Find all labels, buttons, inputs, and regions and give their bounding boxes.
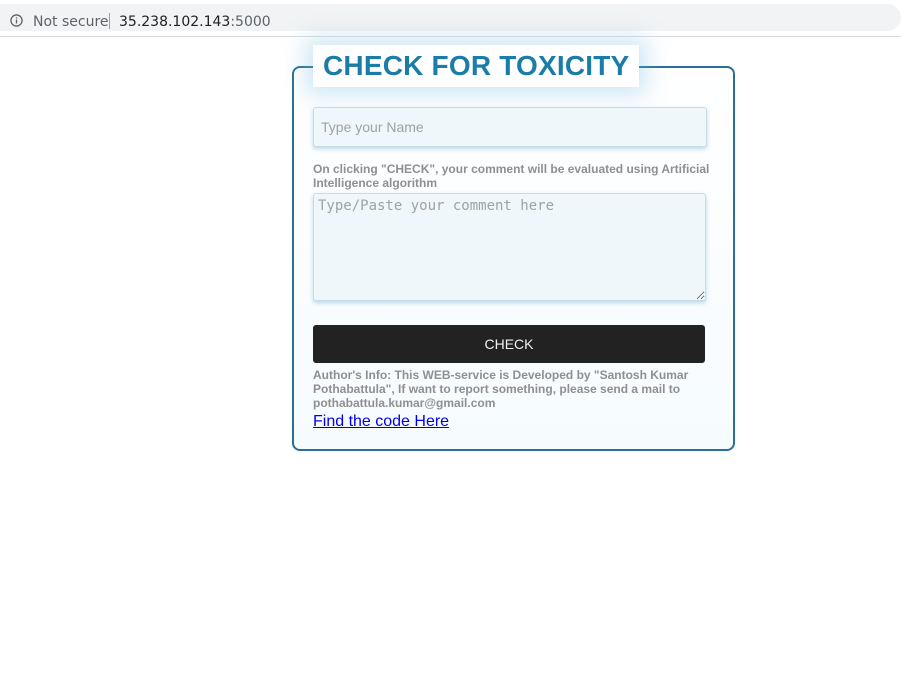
evaluation-hint: On clicking "CHECK", your comment will b… [313,162,710,190]
find-code-link[interactable]: Find the code Here [313,412,449,431]
browser-address-bar: Not secure 35.238.102.143:5000 [0,0,901,37]
omnibox[interactable]: Not secure 35.238.102.143:5000 [0,4,901,31]
comment-textarea[interactable] [313,193,706,301]
url-divider [109,13,110,29]
url-text[interactable]: 35.238.102.143:5000 [119,14,271,30]
url-port: :5000 [230,14,271,30]
url-host: 35.238.102.143 [119,14,231,30]
security-status-label[interactable]: Not secure [33,14,109,30]
name-input[interactable] [313,107,707,147]
check-button[interactable]: CHECK [313,325,705,363]
info-icon[interactable] [10,14,23,27]
form-title-wrap: CHECK FOR TOXICITY [313,45,640,87]
form-title: CHECK FOR TOXICITY [323,50,630,81]
author-info: Author's Info: This WEB-service is Devel… [313,368,689,410]
